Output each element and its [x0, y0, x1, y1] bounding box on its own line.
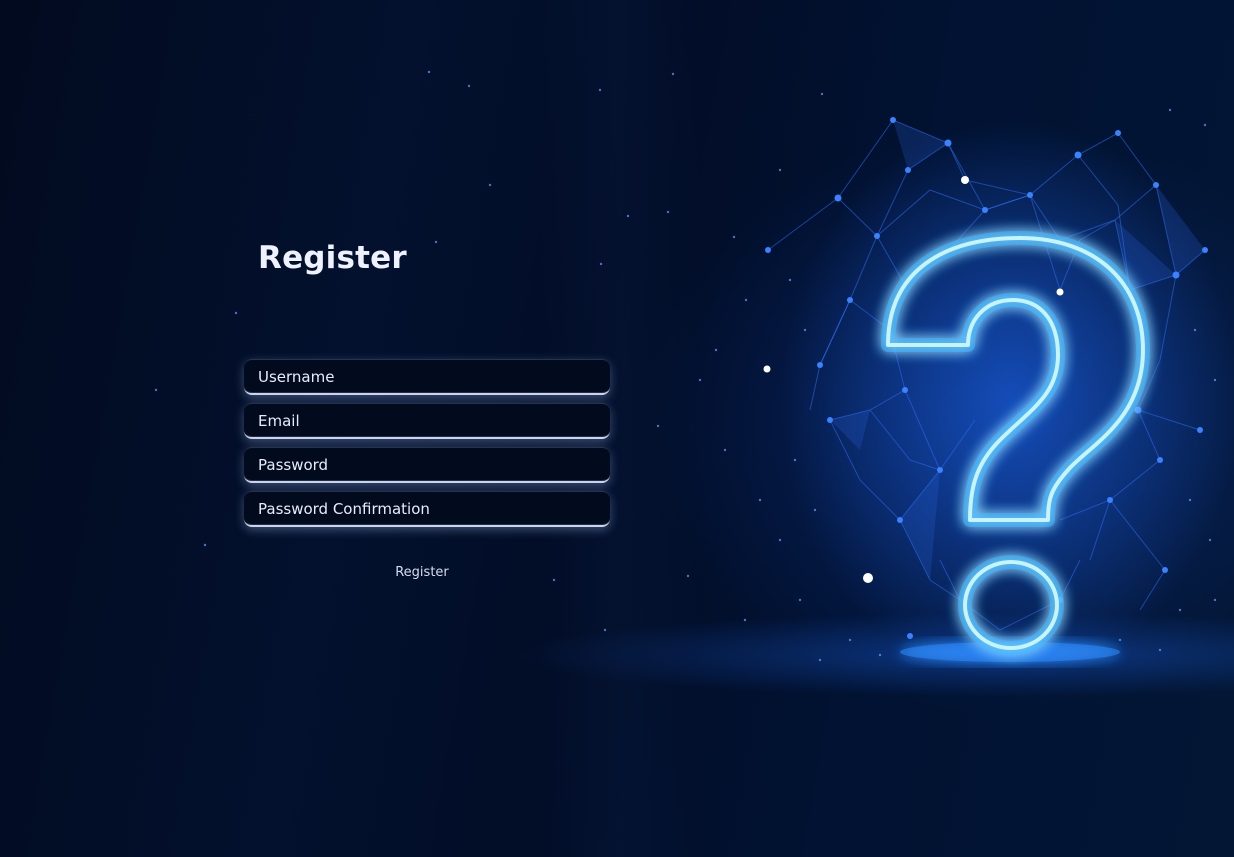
register-button[interactable]: Register: [376, 560, 468, 584]
password-confirmation-input[interactable]: [244, 491, 610, 527]
question-mark-icon: [154, 70, 1234, 680]
register-page: Register Register: [0, 0, 1234, 857]
page-title: Register: [258, 240, 407, 276]
username-input[interactable]: [244, 359, 610, 395]
password-input[interactable]: [244, 447, 610, 483]
email-input[interactable]: [244, 403, 610, 439]
